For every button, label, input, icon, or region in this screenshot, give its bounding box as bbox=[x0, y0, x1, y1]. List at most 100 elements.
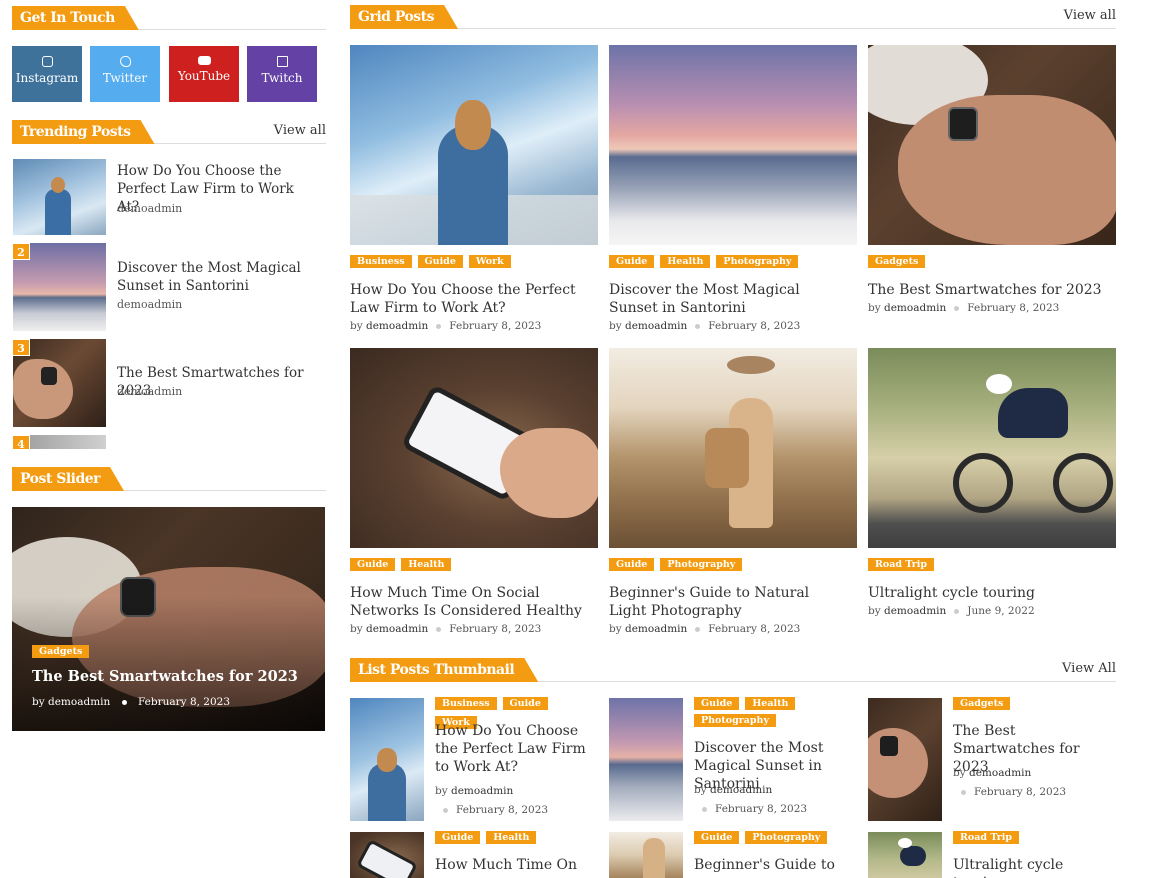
grid-post-image[interactable] bbox=[350, 348, 598, 548]
by-label: by bbox=[694, 784, 707, 796]
category-tag[interactable]: Business bbox=[435, 697, 497, 710]
author-link[interactable]: demoadmin bbox=[451, 785, 513, 797]
by-label: by bbox=[609, 320, 622, 332]
category-tag[interactable]: Guide bbox=[609, 255, 655, 268]
list-post-thumbnail[interactable] bbox=[868, 698, 942, 821]
category-tag[interactable]: Guide bbox=[694, 831, 740, 844]
author-link[interactable]: demoadmin bbox=[366, 320, 428, 332]
author-link[interactable]: demoadmin bbox=[969, 767, 1031, 779]
category-tag[interactable]: Gadgets bbox=[953, 697, 1011, 710]
post-date: February 8, 2023 bbox=[456, 804, 549, 816]
author-link[interactable]: demoadmin bbox=[366, 623, 428, 635]
grid-post-title[interactable]: Beginner's Guide to Natural Light Photog… bbox=[609, 584, 849, 620]
category-tag[interactable]: Guide bbox=[350, 558, 396, 571]
list-post-title[interactable]: Beginner's Guide to bbox=[694, 856, 854, 874]
category-tag[interactable]: Guide bbox=[417, 255, 463, 268]
meta-dot bbox=[695, 323, 701, 329]
by-label: by bbox=[350, 623, 363, 635]
category-tag[interactable]: Health bbox=[660, 255, 711, 268]
slider-by: by bbox=[32, 696, 45, 708]
grid-posts-title: Grid Posts bbox=[350, 5, 458, 29]
trending-rank-badge: 2 bbox=[12, 243, 30, 260]
twitch-icon bbox=[276, 56, 288, 67]
category-tag[interactable]: Gadgets bbox=[868, 255, 926, 268]
grid-view-all-link[interactable]: View all bbox=[1064, 8, 1116, 23]
slider-tag[interactable]: Gadgets bbox=[32, 645, 90, 658]
list-post-thumbnail[interactable] bbox=[350, 832, 424, 878]
post-date: February 8, 2023 bbox=[708, 320, 801, 332]
grid-post-title[interactable]: How Do You Choose the Perfect Law Firm t… bbox=[350, 281, 590, 317]
meta-dot bbox=[436, 626, 442, 632]
author-link[interactable]: demoadmin bbox=[625, 320, 687, 332]
twitter-button[interactable]: Twitter bbox=[90, 46, 160, 102]
grid-post-tags: Guide Health bbox=[350, 558, 452, 571]
list-post-thumbnail[interactable] bbox=[868, 832, 942, 878]
category-tag[interactable]: Photography bbox=[716, 255, 799, 268]
category-tag[interactable]: Guide bbox=[502, 697, 548, 710]
instagram-button[interactable]: Instagram bbox=[12, 46, 82, 102]
meta-dot bbox=[961, 789, 966, 795]
slider-post-title[interactable]: The Best Smartwatches for 2023 bbox=[32, 668, 298, 685]
twitter-label: Twitter bbox=[102, 71, 148, 85]
trending-item-author[interactable]: demoadmin bbox=[117, 298, 182, 311]
twitch-button[interactable]: Twitch bbox=[247, 46, 317, 102]
list-post-title[interactable]: How Much Time On bbox=[435, 856, 595, 874]
trending-thumbnail[interactable] bbox=[13, 159, 106, 235]
category-tag[interactable]: Health bbox=[486, 831, 537, 844]
trending-view-all-link[interactable]: View all bbox=[274, 123, 326, 138]
list-post-title[interactable]: Ultralight cycle touring bbox=[953, 856, 1118, 878]
category-tag[interactable]: Photography bbox=[660, 558, 743, 571]
grid-post-tags: Road Trip bbox=[868, 558, 934, 571]
post-date: February 8, 2023 bbox=[967, 302, 1060, 314]
category-tag[interactable]: Health bbox=[745, 697, 796, 710]
category-tag[interactable]: Photography bbox=[745, 831, 828, 844]
list-post-thumbnail[interactable] bbox=[609, 832, 683, 878]
list-post-tags: Gadgets bbox=[953, 697, 1011, 710]
trending-item-author[interactable]: demoadmin bbox=[117, 385, 182, 398]
grid-post-image[interactable] bbox=[868, 45, 1116, 245]
trending-item[interactable]: 4 bbox=[12, 435, 332, 449]
author-link[interactable]: demoadmin bbox=[710, 784, 772, 796]
list-post-thumbnail[interactable] bbox=[609, 698, 683, 821]
grid-post-title[interactable]: Ultralight cycle touring bbox=[868, 584, 1108, 602]
category-tag[interactable]: Guide bbox=[694, 697, 740, 710]
grid-post-meta: by demoadmin June 9, 2022 bbox=[868, 605, 1035, 617]
category-tag[interactable]: Road Trip bbox=[868, 558, 934, 571]
author-link[interactable]: demoadmin bbox=[625, 623, 687, 635]
post-date: February 8, 2023 bbox=[449, 623, 542, 635]
grid-post-image[interactable] bbox=[868, 348, 1116, 548]
grid-post-title[interactable]: How Much Time On Social Networks Is Cons… bbox=[350, 584, 595, 620]
author-link[interactable]: demoadmin bbox=[884, 302, 946, 314]
trending-item-title[interactable]: Discover the Most Magical Sunset in Sant… bbox=[117, 259, 317, 295]
trending-header: Trending Posts View all bbox=[12, 120, 326, 144]
trending-item[interactable]: How Do You Choose the Perfect Law Firm t… bbox=[12, 159, 332, 237]
slider-author[interactable]: demoadmin bbox=[48, 696, 110, 708]
grid-post-image[interactable] bbox=[609, 348, 857, 548]
twitch-label: Twitch bbox=[261, 71, 303, 85]
category-tag[interactable]: Health bbox=[401, 558, 452, 571]
category-tag[interactable]: Guide bbox=[435, 831, 481, 844]
grid-post-image[interactable] bbox=[350, 45, 598, 245]
post-slider-card[interactable]: Gadgets The Best Smartwatches for 2023 b… bbox=[12, 507, 325, 731]
list-post-thumbnail[interactable] bbox=[350, 698, 424, 821]
category-tag[interactable]: Work bbox=[468, 255, 511, 268]
trending-item-author[interactable]: demoadmin bbox=[117, 202, 182, 215]
meta-dot bbox=[954, 305, 960, 311]
author-link[interactable]: demoadmin bbox=[884, 605, 946, 617]
youtube-button[interactable]: YouTube bbox=[169, 46, 239, 102]
category-tag[interactable]: Business bbox=[350, 255, 412, 268]
category-tag[interactable]: Road Trip bbox=[953, 831, 1019, 844]
list-view-all-link[interactable]: View All bbox=[1062, 661, 1116, 676]
grid-post-tags: Business Guide Work bbox=[350, 255, 511, 268]
grid-post-title[interactable]: The Best Smartwatches for 2023 bbox=[868, 281, 1108, 299]
grid-post-image[interactable] bbox=[609, 45, 857, 245]
post-date: June 9, 2022 bbox=[967, 605, 1035, 617]
grid-post-title[interactable]: Discover the Most Magical Sunset in Sant… bbox=[609, 281, 849, 317]
category-tag[interactable]: Guide bbox=[609, 558, 655, 571]
trending-item[interactable]: 3 The Best Smartwatches for 2023 demoadm… bbox=[12, 339, 332, 429]
get-in-touch-header: Get In Touch bbox=[12, 6, 326, 30]
trending-item[interactable]: 2 Discover the Most Magical Sunset in Sa… bbox=[12, 243, 332, 333]
list-post-title[interactable]: How Do You Choose the Perfect Law Firm t… bbox=[435, 722, 595, 776]
category-tag[interactable]: Photography bbox=[694, 714, 776, 727]
by-label: by bbox=[609, 623, 622, 635]
